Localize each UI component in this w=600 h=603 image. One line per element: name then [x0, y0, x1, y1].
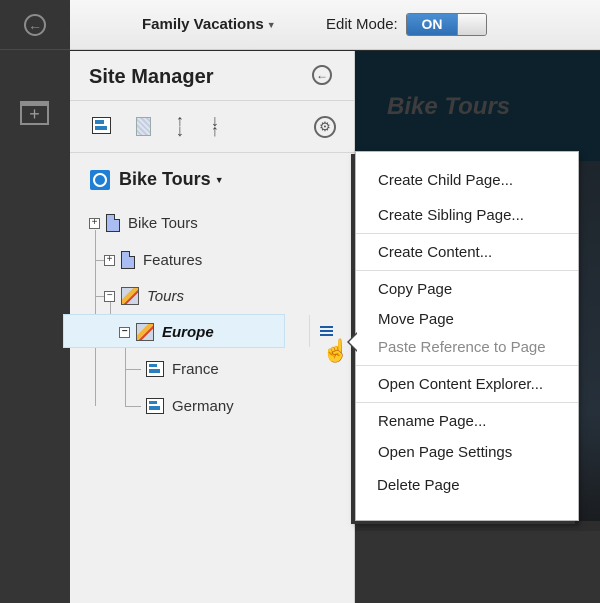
- tree-node-features[interactable]: + Features: [104, 245, 202, 275]
- collapse-panel-icon[interactable]: ←: [312, 65, 332, 85]
- toggle-knob: [457, 14, 486, 35]
- site-selector[interactable]: Family Vacations ▼: [142, 16, 276, 33]
- tree-node-france[interactable]: France: [146, 354, 219, 384]
- caret-down-icon: ▼: [214, 175, 224, 186]
- tree-node-germany[interactable]: Germany: [146, 391, 234, 421]
- circle-arrow-left-icon[interactable]: ←: [24, 13, 46, 36]
- site-logo-icon: [90, 169, 110, 190]
- caret-down-icon: ▼: [266, 20, 276, 31]
- edit-mode-toggle[interactable]: ON: [406, 13, 487, 36]
- page-template-icon: [92, 117, 111, 134]
- rail-top: ←: [0, 0, 70, 50]
- menu-item-create-sibling-page[interactable]: Create Sibling Page...: [378, 207, 524, 224]
- expand-icon[interactable]: +: [104, 254, 115, 266]
- expand-all-icon: ↑ ↓: [176, 113, 184, 140]
- expand-all-button[interactable]: ↑ ↓: [170, 114, 190, 140]
- panel-toolbar: ↑ ↓ ↓ ↑ ⚙: [70, 101, 354, 153]
- site-switcher[interactable]: Bike Tours ▼: [90, 169, 224, 190]
- menu-item-delete-page[interactable]: Delete Page: [377, 477, 460, 494]
- menu-item-create-child-page[interactable]: Create Child Page...: [378, 172, 513, 189]
- context-menu: Create Child Page... Create Sibling Page…: [347, 151, 579, 521]
- collapse-all-button[interactable]: ↓ ↑: [205, 114, 225, 140]
- hamburger-icon: [320, 326, 333, 336]
- site-settings-icon[interactable]: ⚙: [314, 116, 336, 138]
- menu-separator: [356, 270, 578, 271]
- page-icon: [106, 214, 120, 232]
- menu-pointer-inner: [349, 333, 358, 351]
- preview-hero-title: Bike Tours: [387, 93, 511, 120]
- tree-node-label: Tours: [147, 287, 184, 305]
- page-icon: [121, 251, 135, 269]
- hand-cursor-icon: ☝: [322, 338, 350, 363]
- expand-icon[interactable]: +: [89, 217, 100, 229]
- preview-footer: [355, 531, 600, 603]
- tree-node-label: Features: [143, 251, 203, 269]
- collapse-icon[interactable]: −: [104, 290, 115, 302]
- tree-node-label: Bike Tours: [128, 214, 198, 232]
- tree-line: [125, 406, 141, 407]
- tree-node-label: Germany: [172, 397, 234, 415]
- edit-page-icon: [121, 287, 139, 305]
- tree-line: [125, 339, 126, 406]
- new-page-template-button[interactable]: [92, 117, 112, 137]
- menu-item-rename-page[interactable]: Rename Page...: [378, 413, 486, 430]
- toggle-on-label: ON: [407, 14, 457, 35]
- menu-separator: [356, 233, 578, 234]
- menu-item-open-page-settings[interactable]: Open Page Settings: [378, 444, 512, 461]
- tree-line: [125, 369, 141, 370]
- page-template-icon: [146, 361, 164, 377]
- menu-separator: [356, 365, 578, 366]
- tree-node-tours[interactable]: − Tours: [104, 281, 184, 311]
- site-selector-label: Family Vacations: [142, 16, 264, 33]
- tree-node-label: Europe: [162, 323, 214, 341]
- page-template-icon: [146, 398, 164, 414]
- site-name: Bike Tours ▼: [119, 169, 224, 190]
- edit-mode-label: Edit Mode:: [326, 16, 398, 33]
- edit-page-icon: [136, 323, 154, 341]
- top-bar: Family Vacations ▼ Edit Mode: ON: [70, 0, 600, 50]
- panel-header: Site Manager ←: [70, 51, 354, 101]
- collapse-all-icon: ↓ ↑: [211, 113, 219, 140]
- menu-item-copy-page[interactable]: Copy Page: [378, 281, 452, 298]
- tree-node-bike-tours[interactable]: + Bike Tours: [89, 208, 198, 238]
- tree-node-europe[interactable]: − Europe: [119, 317, 214, 347]
- panel-title: Site Manager: [89, 66, 214, 88]
- menu-item-paste-reference: Paste Reference to Page: [378, 339, 546, 356]
- site-name-label: Bike Tours: [119, 169, 211, 189]
- new-page-button[interactable]: [136, 117, 156, 137]
- left-rail: ← +: [0, 0, 70, 603]
- add-panel-icon[interactable]: +: [20, 101, 49, 125]
- page-disabled-icon: [136, 117, 151, 136]
- collapse-icon[interactable]: −: [119, 326, 130, 338]
- tree-node-label: France: [172, 360, 219, 378]
- menu-item-open-content-explorer[interactable]: Open Content Explorer...: [378, 376, 543, 393]
- menu-separator: [356, 402, 578, 403]
- menu-item-create-content[interactable]: Create Content...: [378, 244, 492, 261]
- menu-item-move-page[interactable]: Move Page: [378, 311, 454, 328]
